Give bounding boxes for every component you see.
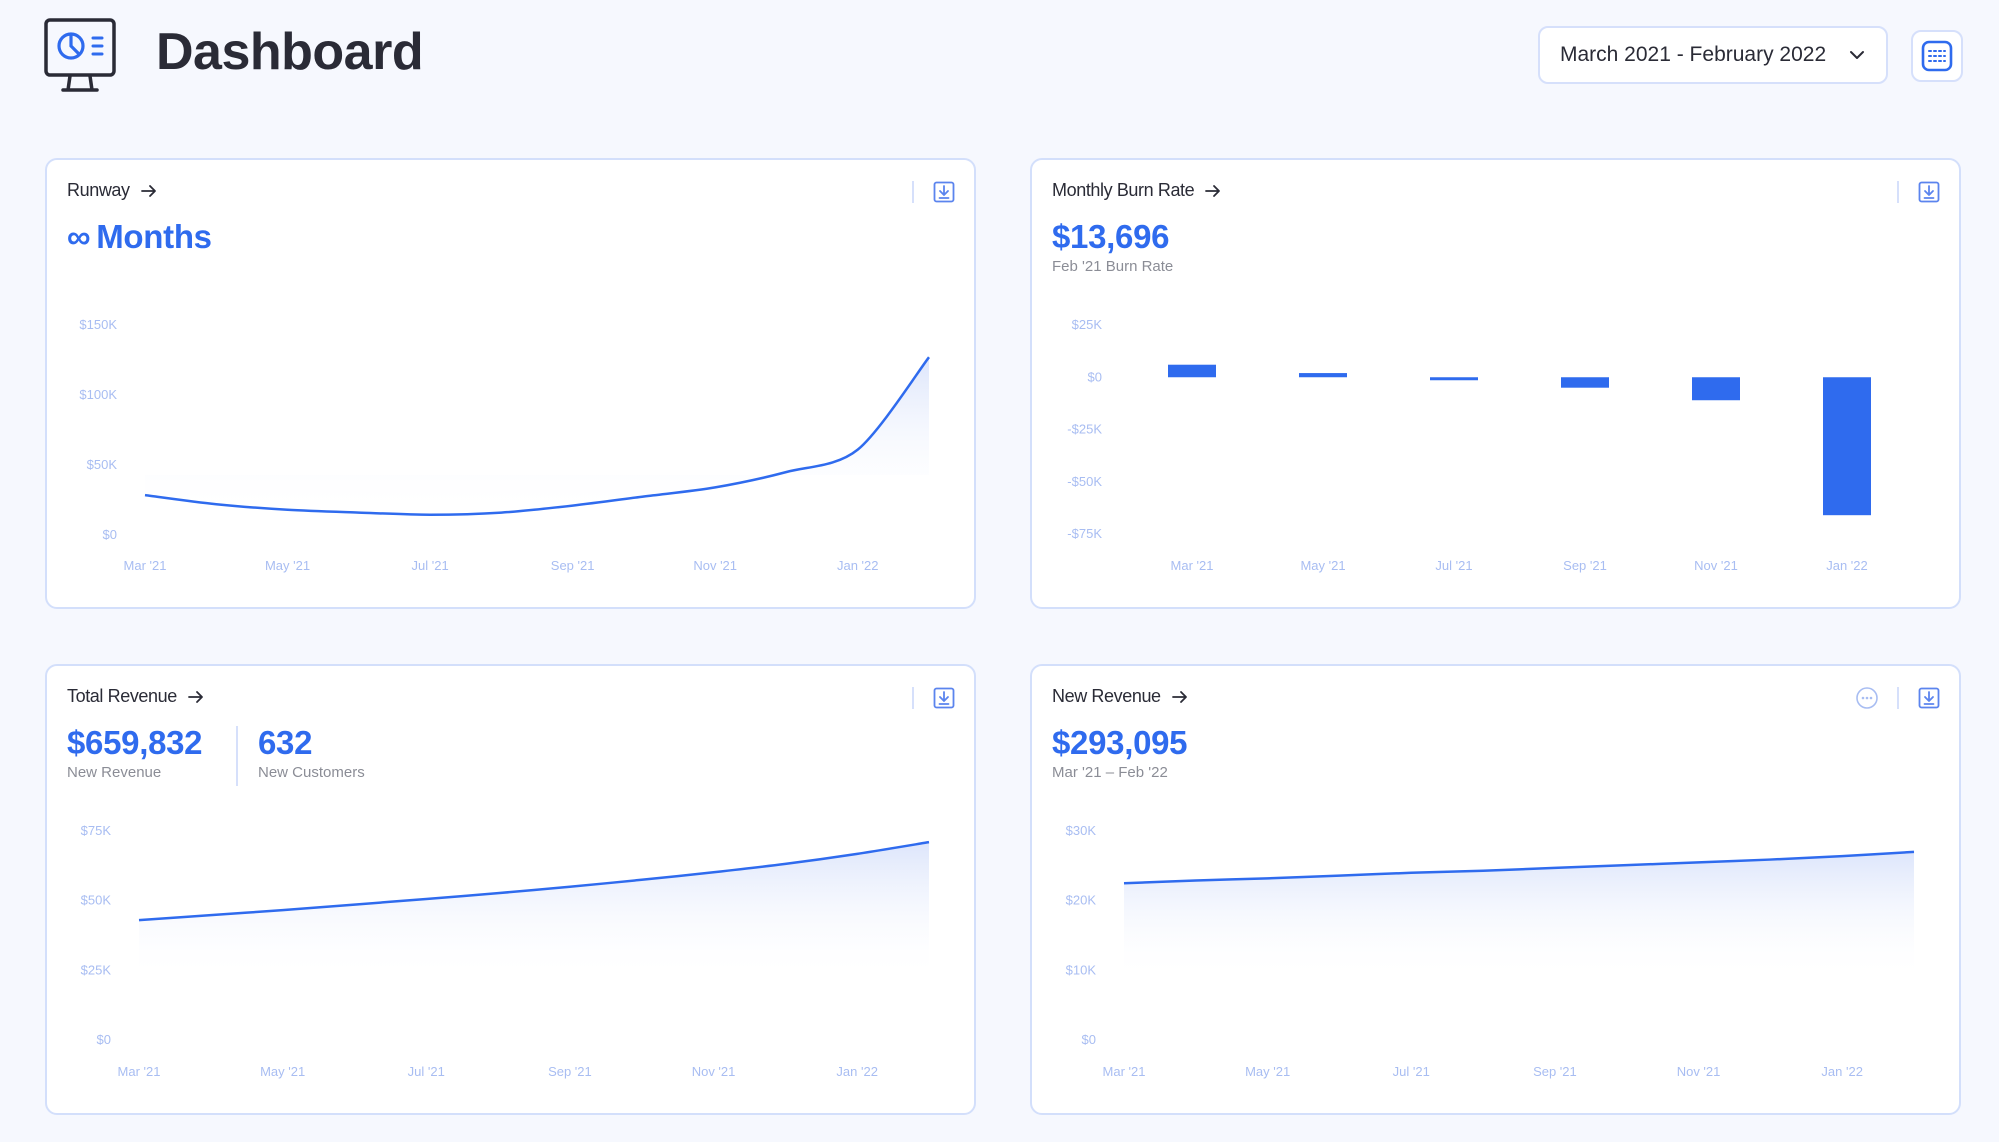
y-tick-label: $0 xyxy=(97,1032,111,1047)
x-tick-label: Nov '21 xyxy=(693,558,737,573)
x-tick-label: May '21 xyxy=(265,558,310,573)
x-tick-label: Jan '22 xyxy=(836,1064,878,1079)
y-tick-label: $20K xyxy=(1066,893,1097,908)
y-tick-label: -$75K xyxy=(1067,526,1102,541)
runway-chart: $0 $50K $100K $150K Mar '21 May '21 Jul '21 Sep… xyxy=(79,317,930,573)
x-tick-label: May '21 xyxy=(1300,558,1345,573)
page-title: Dashboard xyxy=(156,23,424,81)
x-tick-label: May '21 xyxy=(1245,1064,1290,1079)
x-tick-label: Mar '21 xyxy=(118,1064,161,1079)
y-tick-label: $25K xyxy=(81,962,112,977)
monitor-pie-chart-icon xyxy=(44,18,116,92)
y-tick-label: $50K xyxy=(87,457,118,472)
burn-rate-card: Monthly Burn Rate $13,696 Feb '21 Burn R… xyxy=(1030,158,1961,609)
bar xyxy=(1168,364,1216,378)
x-tick-label: Sep '21 xyxy=(548,1064,592,1079)
y-tick-label: $0 xyxy=(1082,1032,1096,1047)
bar xyxy=(1430,377,1478,381)
y-tick-label: $0 xyxy=(1088,369,1102,384)
y-tick-label: $75K xyxy=(81,823,112,838)
x-tick-label: Sep '21 xyxy=(1533,1064,1577,1079)
bar xyxy=(1299,373,1347,378)
x-tick-label: Sep '21 xyxy=(551,558,595,573)
bar xyxy=(1823,377,1871,516)
calendar-view-button[interactable] xyxy=(1911,30,1963,82)
y-tick-label: $150K xyxy=(79,317,117,332)
y-tick-label: $25K xyxy=(1072,317,1103,332)
date-range-select[interactable]: March 2021 - February 2022 xyxy=(1538,26,1888,84)
header: Dashboard March 2021 - February 2022 xyxy=(0,0,1999,120)
area-fill xyxy=(145,357,929,515)
x-tick-label: Jan '22 xyxy=(837,558,879,573)
x-tick-label: Nov '21 xyxy=(692,1064,736,1079)
y-tick-label: $100K xyxy=(79,387,117,402)
y-tick-label: -$25K xyxy=(1067,422,1102,437)
x-tick-label: Jan '22 xyxy=(1826,558,1868,573)
x-tick-label: Nov '21 xyxy=(1677,1064,1721,1079)
calendar-icon xyxy=(1921,40,1953,72)
x-tick-label: Jul '21 xyxy=(408,1064,445,1079)
x-tick-label: Sep '21 xyxy=(1563,558,1607,573)
x-tick-label: Jul '21 xyxy=(1435,558,1472,573)
runway-card: Runway ∞ Months $0 $50K $100K $150K Mar '21 Ma… xyxy=(45,158,976,609)
total-revenue-chart: $0 $25K $50K $75K Mar '21 May '21 Jul '21 Sep '… xyxy=(81,823,930,1079)
area-fill xyxy=(1124,851,1914,980)
bar xyxy=(1561,377,1609,388)
y-tick-label: -$50K xyxy=(1067,474,1102,489)
x-tick-label: Jul '21 xyxy=(1393,1064,1430,1079)
y-tick-label: $30K xyxy=(1066,823,1097,838)
date-range-value: March 2021 - February 2022 xyxy=(1560,43,1827,66)
x-tick-label: Mar '21 xyxy=(124,558,167,573)
new-revenue-chart: $0 $10K $20K $30K Mar '21 May '21 Jul '21 Sep '… xyxy=(1066,823,1915,1079)
y-tick-label: $50K xyxy=(81,893,112,908)
x-tick-label: Mar '21 xyxy=(1103,1064,1146,1079)
chevron-down-icon xyxy=(1850,51,1864,59)
x-tick-label: Mar '21 xyxy=(1171,558,1214,573)
total-revenue-card: Total Revenue $659,832 New Revenue 632 N… xyxy=(45,664,976,1115)
x-tick-label: Nov '21 xyxy=(1694,558,1738,573)
y-tick-label: $10K xyxy=(1066,962,1097,977)
x-tick-label: May '21 xyxy=(260,1064,305,1079)
x-tick-label: Jul '21 xyxy=(412,558,449,573)
y-tick-label: $0 xyxy=(103,527,117,542)
bar xyxy=(1692,377,1740,401)
new-revenue-card: New Revenue $293,095 Mar '21 – Feb '22 $… xyxy=(1030,664,1961,1115)
burn-rate-chart: $25K $0 -$25K -$50K -$75K Mar '21 May '21 Jul '… xyxy=(1067,317,1871,573)
x-tick-label: Jan '22 xyxy=(1821,1064,1863,1079)
